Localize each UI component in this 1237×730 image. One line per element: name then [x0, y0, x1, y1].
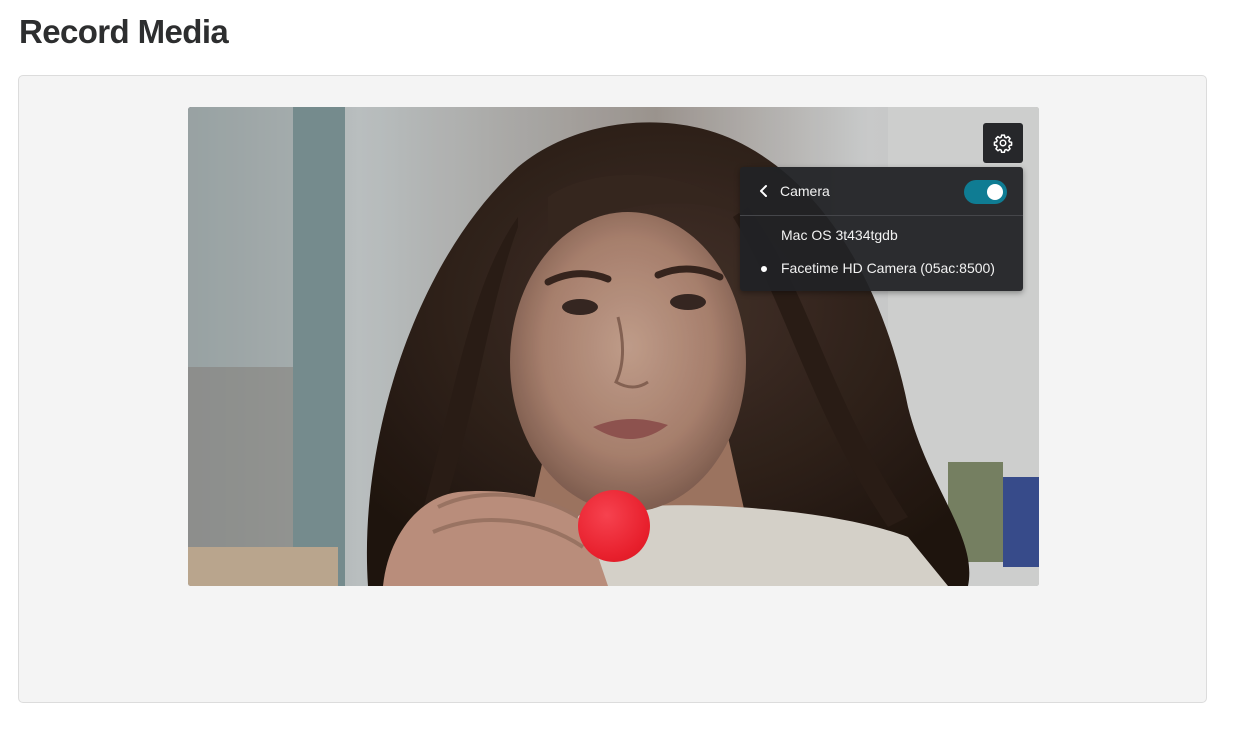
camera-device-option[interactable]: Mac OS 3t434tgdb: [740, 220, 1023, 250]
chevron-left-icon[interactable]: [758, 184, 770, 198]
camera-menu-title: Camera: [780, 183, 830, 199]
record-media-panel: Camera Mac OS 3t434tgdb Facetime HD Came…: [18, 75, 1207, 703]
record-button[interactable]: [578, 490, 650, 562]
toggle-knob: [987, 184, 1003, 200]
camera-menu-header: Camera: [740, 167, 1023, 216]
camera-settings-button[interactable]: [983, 123, 1023, 163]
camera-device-label: Mac OS 3t434tgdb: [781, 227, 898, 243]
camera-device-label: Facetime HD Camera (05ac:8500): [781, 260, 995, 276]
webcam-preview: Camera Mac OS 3t434tgdb Facetime HD Came…: [188, 107, 1039, 586]
gear-icon: [993, 134, 1013, 153]
selected-indicator: [761, 266, 767, 272]
camera-settings-menu: Camera Mac OS 3t434tgdb Facetime HD Came…: [740, 167, 1023, 291]
camera-enabled-toggle[interactable]: [964, 180, 1007, 204]
camera-device-option-selected[interactable]: Facetime HD Camera (05ac:8500): [740, 253, 1023, 283]
page-title: Record Media: [19, 13, 229, 50]
